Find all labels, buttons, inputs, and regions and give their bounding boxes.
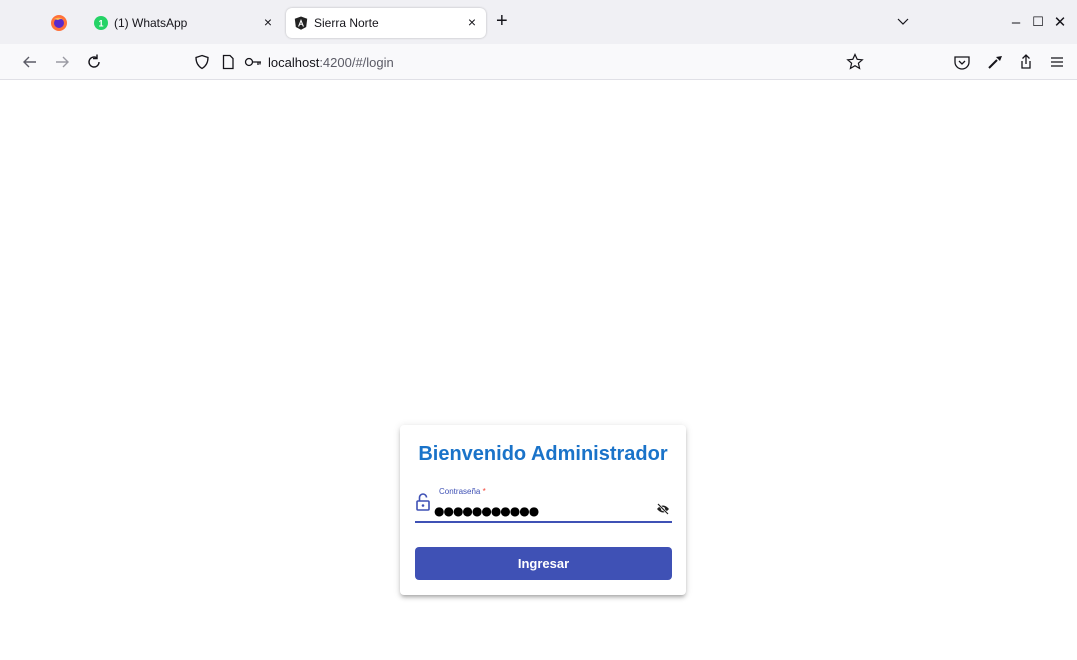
tab-title: Sierra Norte bbox=[314, 16, 379, 30]
login-title: Bienvenido Administrador bbox=[418, 443, 668, 465]
svg-text:1: 1 bbox=[98, 19, 103, 29]
password-label: Contraseña * bbox=[439, 487, 486, 496]
tab-whatsapp[interactable]: 1 (1) WhatsApp × bbox=[86, 8, 282, 38]
eyedropper-icon[interactable] bbox=[985, 52, 1005, 72]
reload-icon[interactable] bbox=[84, 52, 104, 72]
menu-icon[interactable] bbox=[1047, 52, 1067, 72]
close-window-button[interactable]: ✕ bbox=[1040, 10, 1077, 34]
lock-open-icon bbox=[416, 493, 430, 511]
navigation-bar: localhost:4200/#/login bbox=[0, 44, 1077, 80]
login-card: Bienvenido Administrador Contraseña * In… bbox=[400, 425, 686, 595]
visibility-off-icon[interactable] bbox=[656, 503, 670, 515]
page-icon[interactable] bbox=[220, 54, 236, 70]
bookmark-star-icon[interactable] bbox=[846, 53, 864, 71]
share-icon[interactable] bbox=[1016, 52, 1036, 72]
forward-icon[interactable] bbox=[52, 52, 72, 72]
pocket-icon[interactable] bbox=[952, 52, 972, 72]
tab-close-button[interactable]: × bbox=[264, 14, 272, 30]
password-label-text: Contraseña bbox=[439, 487, 481, 496]
tab-title: (1) WhatsApp bbox=[114, 16, 188, 30]
url-path: :4200/#/login bbox=[319, 55, 394, 70]
list-all-tabs-icon[interactable] bbox=[896, 14, 910, 28]
new-tab-button[interactable]: + bbox=[496, 10, 508, 33]
url-host: localhost bbox=[268, 55, 320, 70]
tab-bar: 1 (1) WhatsApp × Sierra Norte × + – ☐ ✕ bbox=[0, 0, 1077, 44]
tab-close-button[interactable]: × bbox=[468, 14, 476, 30]
firefox-icon[interactable] bbox=[50, 14, 68, 32]
url-bar[interactable]: localhost:4200/#/login bbox=[186, 48, 870, 76]
required-mark: * bbox=[482, 487, 486, 496]
login-submit-button[interactable]: Ingresar bbox=[415, 547, 672, 580]
tab-sierra-norte[interactable]: Sierra Norte × bbox=[286, 8, 486, 38]
angular-icon bbox=[294, 16, 308, 30]
back-icon[interactable] bbox=[20, 52, 40, 72]
key-icon[interactable] bbox=[244, 54, 262, 70]
whatsapp-icon: 1 bbox=[94, 16, 108, 30]
shield-icon[interactable] bbox=[194, 54, 210, 70]
url-text[interactable]: localhost:4200/#/login bbox=[268, 55, 394, 70]
password-input[interactable] bbox=[434, 502, 634, 520]
password-field[interactable]: Contraseña * bbox=[415, 485, 672, 523]
